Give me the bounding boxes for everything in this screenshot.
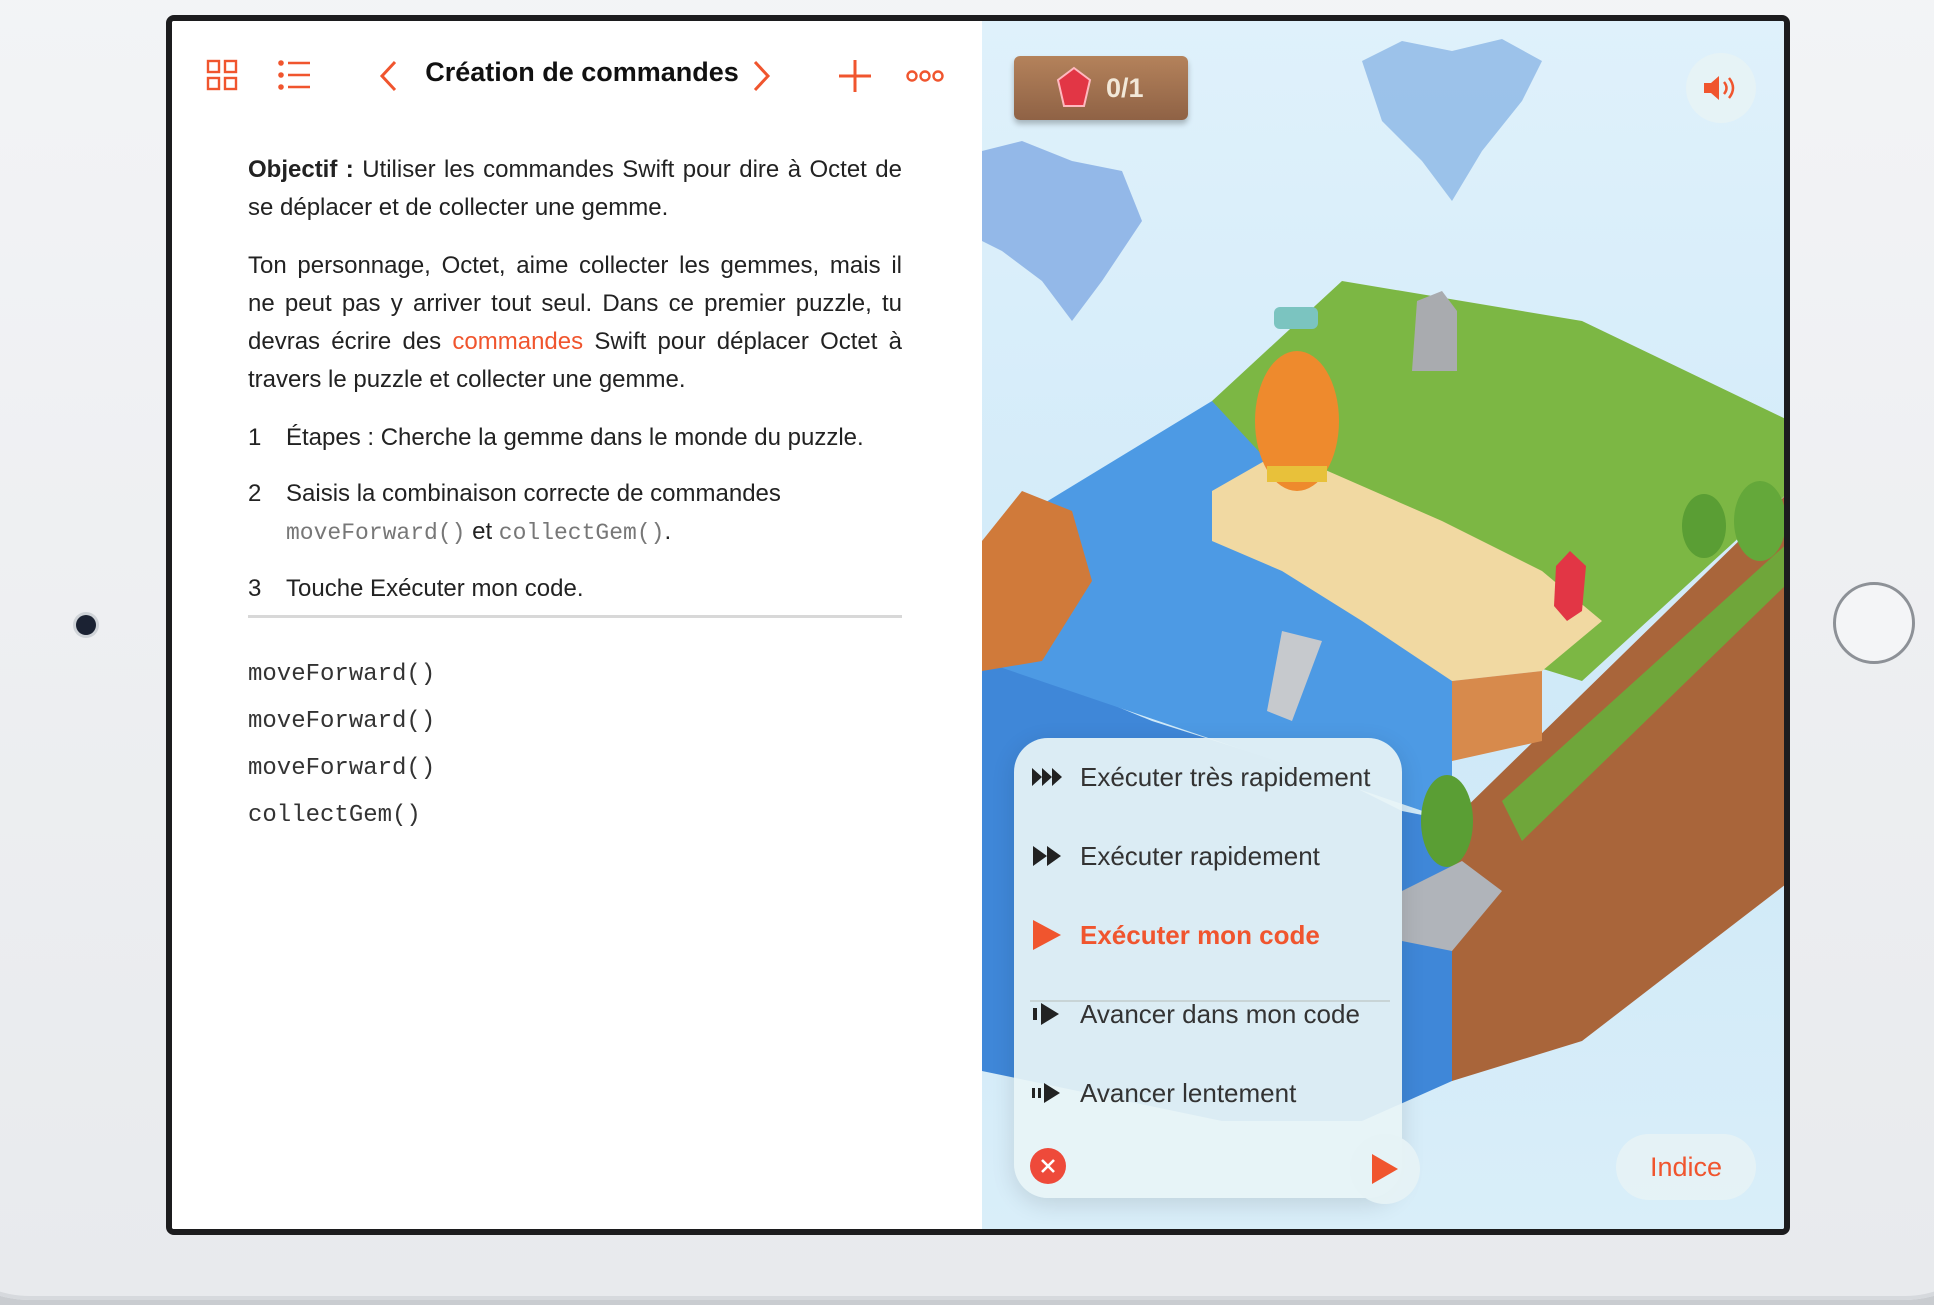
code-line[interactable]: moveForward()	[248, 745, 435, 792]
stone-pillar	[1412, 291, 1457, 371]
speaker-icon	[1704, 76, 1735, 100]
code-line[interactable]: moveForward()	[248, 651, 435, 698]
steps-list: 1 Étapes : Cherche la gemme dans le monde…	[248, 419, 902, 608]
instructions-text: Objectif : Utiliser les commandes Swift …	[248, 151, 902, 626]
floating-island	[982, 141, 1142, 321]
code-line[interactable]: collectGem()	[248, 792, 435, 839]
sound-button[interactable]	[1686, 53, 1756, 123]
divider	[248, 615, 902, 618]
shrub	[1682, 494, 1726, 558]
step-text: Saisis la combinaison correcte de comman…	[286, 475, 902, 552]
menu-item-step-slowly[interactable]: Avancer lentement	[1014, 1054, 1402, 1132]
step-item: 3 Touche Exécuter mon code.	[248, 570, 902, 608]
home-button[interactable]	[1833, 582, 1915, 664]
step-text: Étapes : Cherche la gemme dans le monde …	[286, 424, 864, 451]
code-line[interactable]: moveForward()	[248, 698, 435, 745]
step-number: 1	[248, 424, 262, 451]
chevron-left-icon[interactable]	[378, 59, 398, 98]
floating-island	[1362, 39, 1542, 201]
gem-count: 0/1	[1106, 72, 1144, 103]
play-icon	[1372, 1154, 1398, 1184]
more-icon[interactable]	[906, 69, 944, 88]
gem-icon	[1056, 66, 1092, 107]
grid-icon[interactable]	[206, 59, 238, 96]
menu-item-label: Exécuter rapidement	[1080, 840, 1320, 871]
step-text-part: .	[664, 518, 672, 545]
chevron-right-icon[interactable]	[752, 59, 772, 98]
menu-item-label: Exécuter mon code	[1080, 919, 1320, 950]
toolbar: Création de commandes	[172, 21, 982, 141]
octet-belt	[1267, 466, 1327, 482]
puzzle-world[interactable]: 0/1 Exécuter très rapidement Exécuter ra…	[982, 21, 1784, 1229]
step-text-part: et	[465, 518, 499, 545]
menu-item-run-very-fast[interactable]: Exécuter très rapidement	[1014, 738, 1402, 816]
shrub	[1421, 775, 1473, 867]
octet-head	[1274, 307, 1318, 329]
code-token-collectgem[interactable]: collectGem()	[499, 520, 665, 546]
glossary-link-commandes[interactable]: commandes	[452, 328, 583, 355]
menu-item-label: Avancer dans mon code	[1080, 998, 1360, 1029]
run-speed-menu: Exécuter très rapidement Exécuter rapide…	[1014, 738, 1402, 1198]
step-slow-icon	[1014, 1083, 1080, 1103]
play-icon	[1014, 920, 1080, 950]
page-title: Création de commandes	[425, 57, 739, 87]
triple-forward-icon	[1014, 768, 1080, 786]
code-editor[interactable]: moveForward() moveForward() moveForward(…	[248, 651, 435, 839]
close-icon	[1041, 1159, 1055, 1173]
menu-item-label: Avancer lentement	[1080, 1077, 1297, 1108]
step-number: 2	[248, 480, 262, 507]
instructions-pane: Création de commandes Objectif : Utilise…	[172, 21, 982, 1229]
step-text-part: Saisis la combinaison correcte de comman…	[286, 480, 781, 507]
front-camera	[76, 615, 96, 635]
intro-paragraph: Ton personnage, Octet, aime collecter le…	[248, 247, 902, 399]
gem-counter: 0/1	[1014, 56, 1188, 120]
step-item: 1 Étapes : Cherche la gemme dans le monde…	[248, 419, 902, 457]
code-token-moveforward[interactable]: moveForward()	[286, 520, 465, 546]
list-icon[interactable]	[278, 59, 312, 96]
goal-label: Objectif :	[248, 156, 354, 183]
menu-item-run-my-code[interactable]: Exécuter mon code	[1014, 896, 1402, 974]
plus-icon[interactable]	[838, 59, 872, 98]
hint-button[interactable]: Indice	[1616, 1134, 1756, 1200]
shrub	[1734, 481, 1784, 561]
close-menu-button[interactable]	[1030, 1148, 1066, 1184]
step-icon	[1014, 1003, 1080, 1025]
run-button[interactable]	[1350, 1134, 1420, 1204]
step-item: 2 Saisis la combinaison correcte de comma…	[248, 475, 902, 552]
menu-item-run-fast[interactable]: Exécuter rapidement	[1014, 817, 1402, 895]
step-number: 3	[248, 575, 262, 602]
goal-paragraph: Objectif : Utiliser les commandes Swift …	[248, 151, 902, 227]
double-forward-icon	[1014, 846, 1080, 866]
menu-item-label: Exécuter très rapidement	[1080, 761, 1371, 792]
step-text: Touche Exécuter mon code.	[286, 575, 584, 602]
screen: Création de commandes Objectif : Utilise…	[166, 15, 1790, 1235]
menu-item-step-through[interactable]: Avancer dans mon code	[1014, 975, 1402, 1053]
